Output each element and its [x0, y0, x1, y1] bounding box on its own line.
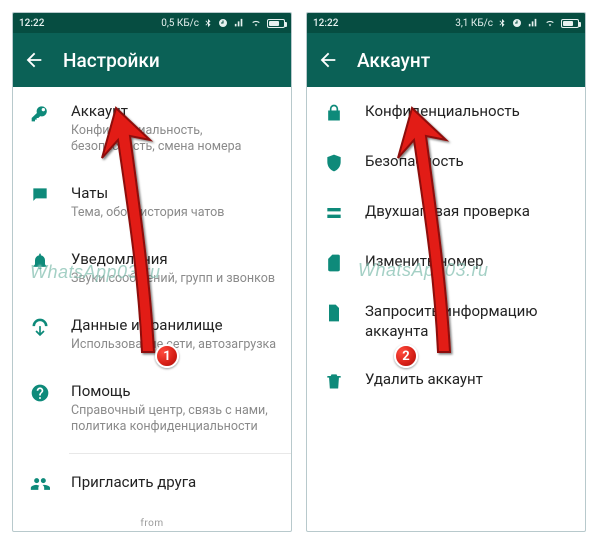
wifi-icon	[249, 18, 263, 28]
bluetooth-icon	[497, 17, 507, 29]
account-item-security[interactable]: Безопасность	[307, 137, 585, 187]
settings-item-data[interactable]: Данные и хранилище Использование сети, а…	[13, 301, 291, 367]
account-item-title: Удалить аккаунт	[365, 369, 571, 389]
status-time: 12:22	[313, 18, 338, 29]
app-bar: Аккаунт	[307, 33, 585, 87]
account-item-title: Изменить номер	[365, 251, 571, 271]
help-icon	[27, 381, 53, 435]
settings-item-sub: Звуки сообщений, групп и звонков	[71, 271, 277, 287]
phone-settings: 12:22 0,5 КБ/c Настройки Ак	[12, 12, 292, 532]
settings-item-title: Аккаунт	[71, 101, 277, 121]
settings-item-chats[interactable]: Чаты Тема, обои, история чатов	[13, 169, 291, 235]
app-bar: Настройки	[13, 33, 291, 87]
back-button[interactable]	[317, 49, 339, 71]
battery-icon	[561, 19, 579, 28]
settings-item-title: Уведомления	[71, 249, 277, 269]
divider	[69, 453, 291, 454]
status-bar: 12:22 0,5 КБ/c	[13, 13, 291, 33]
settings-item-sub: Тема, обои, история чатов	[71, 205, 277, 221]
battery-icon	[267, 19, 285, 28]
account-item-twostep[interactable]: Двухшаговая проверка	[307, 187, 585, 237]
settings-item-invite[interactable]: Пригласить друга	[13, 458, 291, 508]
settings-item-title: Чаты	[71, 183, 277, 203]
account-item-privacy[interactable]: Конфиденциальность	[307, 87, 585, 137]
account-item-delete[interactable]: Удалить аккаунт	[307, 355, 585, 405]
settings-list: Аккаунт Конфиденциальность, безопасность…	[13, 87, 291, 531]
settings-item-sub: Справочный центр, связь с нами, политика…	[71, 403, 277, 435]
settings-item-title: Помощь	[71, 381, 277, 401]
phone-account: 12:22 3,1 КБ/c Аккаунт Конфиденциаль	[306, 12, 586, 532]
status-net-speed: 0,5 КБ/c	[161, 18, 199, 29]
status-bar: 12:22 3,1 КБ/c	[307, 13, 585, 33]
footer-from: from	[13, 518, 291, 529]
people-icon	[27, 472, 53, 494]
status-time: 12:22	[19, 18, 44, 29]
settings-item-notifications[interactable]: Уведомления Звуки сообщений, групп и зво…	[13, 235, 291, 301]
trash-icon	[321, 369, 347, 391]
settings-item-title: Данные и хранилище	[71, 315, 277, 335]
appbar-title: Настройки	[63, 49, 160, 72]
arrow-left-icon	[317, 49, 339, 71]
doc-icon	[321, 301, 347, 341]
alarm-icon	[511, 17, 523, 29]
arrow-left-icon	[23, 49, 45, 71]
chat-icon	[27, 183, 53, 221]
account-item-request-info[interactable]: Запросить информацию аккаунта	[307, 287, 585, 355]
settings-item-help[interactable]: Помощь Справочный центр, связь с нами, п…	[13, 367, 291, 449]
settings-item-sub: Использование сети, автозагрузка	[71, 337, 277, 353]
twostep-icon	[321, 201, 347, 223]
key-icon	[27, 101, 53, 155]
shield-icon	[321, 151, 347, 173]
account-item-title: Двухшаговая проверка	[365, 201, 571, 221]
account-item-title: Безопасность	[365, 151, 571, 171]
account-item-change-number[interactable]: Изменить номер	[307, 237, 585, 287]
settings-item-account[interactable]: Аккаунт Конфиденциальность, безопасность…	[13, 87, 291, 169]
appbar-title: Аккаунт	[357, 49, 430, 72]
account-list: Конфиденциальность Безопасность Двухшаго…	[307, 87, 585, 531]
bluetooth-icon	[203, 17, 213, 29]
signal-icon	[527, 18, 539, 28]
account-item-title: Конфиденциальность	[365, 101, 571, 121]
data-icon	[27, 315, 53, 353]
sim-icon	[321, 251, 347, 273]
lock-icon	[321, 101, 347, 123]
bell-icon	[27, 249, 53, 287]
back-button[interactable]	[23, 49, 45, 71]
settings-item-title: Пригласить друга	[71, 472, 277, 492]
wifi-icon	[543, 18, 557, 28]
signal-icon	[233, 18, 245, 28]
account-item-title: Запросить информацию аккаунта	[365, 301, 571, 341]
footer: from FACEBOOK	[13, 508, 291, 531]
alarm-icon	[217, 17, 229, 29]
status-net-speed: 3,1 КБ/c	[455, 18, 493, 29]
settings-item-sub: Конфиденциальность, безопасность, смена …	[71, 123, 277, 155]
